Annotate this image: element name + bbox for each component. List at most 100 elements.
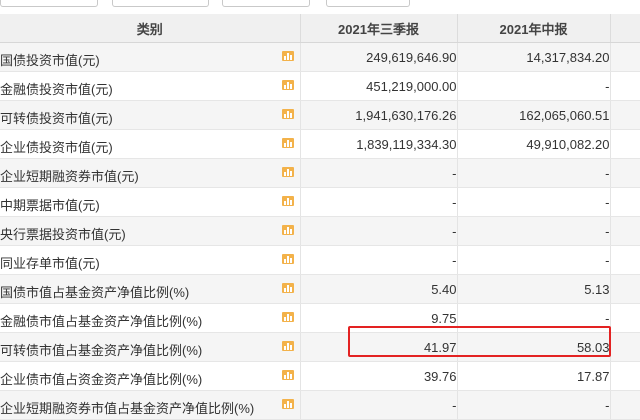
- table-row: 同业存单市值(元) - -: [0, 245, 640, 275]
- value-2021-h1: 14,317,834.20: [457, 42, 611, 72]
- value-2021-q3: -: [300, 158, 458, 188]
- table-row: 可转债投资市值(元) 1,941,630,176.26 162,065,060.51: [0, 100, 640, 130]
- value-2021-q3: 9.75: [300, 303, 458, 333]
- header-category: 类别: [0, 14, 301, 43]
- row-spacer: [610, 158, 640, 188]
- value-2021-q3: 1,839,119,334.30: [300, 129, 458, 159]
- row-spacer: [610, 361, 640, 391]
- value-2021-q3: -: [300, 390, 458, 420]
- row-label: 央行票据投资市值(元): [0, 227, 126, 242]
- table-row: 企业债投资市值(元) 1,839,119,334.30 49,910,082.20: [0, 129, 640, 159]
- bar-chart-icon[interactable]: [281, 370, 294, 380]
- category-cell: 可转债市值占基金资产净值比例(%): [0, 332, 301, 362]
- value-2021-q3: 249,619,646.90: [300, 42, 458, 72]
- table-row: 央行票据投资市值(元) - -: [0, 216, 640, 246]
- value-2021-h1: -: [457, 158, 611, 188]
- value-2021-q3: 41.97: [300, 332, 458, 362]
- row-label: 可转债市值占基金资产净值比例(%): [0, 343, 203, 358]
- category-cell: 企业短期融资券市值占基金资产净值比例(%): [0, 390, 301, 420]
- bar-chart-icon[interactable]: [281, 167, 294, 177]
- row-spacer: [610, 390, 640, 420]
- value-2021-h1: -: [457, 303, 611, 333]
- bar-chart-icon[interactable]: [281, 225, 294, 235]
- row-spacer: [610, 245, 640, 275]
- bar-chart-icon[interactable]: [281, 254, 294, 264]
- bar-chart-icon[interactable]: [281, 138, 294, 148]
- value-2021-h1: 58.03: [457, 332, 611, 362]
- table-row: 企业债市值占资金资产净值比例(%) 39.76 17.87: [0, 361, 640, 391]
- filter-select-2[interactable]: [112, 0, 209, 7]
- filter-select-4[interactable]: [326, 0, 410, 7]
- bar-chart-icon[interactable]: [281, 51, 294, 61]
- row-label: 企业短期融资券市值占基金资产净值比例(%): [0, 401, 255, 416]
- row-label: 企业短期融资券市值(元): [0, 169, 139, 184]
- value-2021-h1: 49,910,082.20: [457, 129, 611, 159]
- row-spacer: [610, 303, 640, 333]
- filter-select-3[interactable]: [222, 0, 310, 7]
- category-cell: 金融债市值占基金资产净值比例(%): [0, 303, 301, 333]
- row-spacer: [610, 332, 640, 362]
- row-spacer: [610, 100, 640, 130]
- bar-chart-icon[interactable]: [281, 283, 294, 293]
- row-label: 金融债投资市值(元): [0, 82, 113, 97]
- bar-chart-icon[interactable]: [281, 196, 294, 206]
- row-label: 企业债市值占资金资产净值比例(%): [0, 372, 203, 387]
- table-row: 金融债市值占基金资产净值比例(%) 9.75-: [0, 303, 640, 333]
- category-cell: 国债投资市值(元): [0, 42, 301, 72]
- row-spacer: [610, 216, 640, 246]
- row-label: 中期票据市值(元): [0, 198, 100, 213]
- category-cell: 可转债投资市值(元): [0, 100, 301, 130]
- category-cell: 同业存单市值(元): [0, 245, 301, 275]
- bar-chart-icon[interactable]: [281, 399, 294, 409]
- value-2021-h1: -: [457, 245, 611, 275]
- category-cell: 企业债投资市值(元): [0, 129, 301, 159]
- row-label: 企业债投资市值(元): [0, 140, 113, 155]
- value-2021-q3: 39.76: [300, 361, 458, 391]
- filter-select-1[interactable]: [0, 0, 98, 7]
- table-row: 国债市值占基金资产净值比例(%) 5.40 5.13: [0, 274, 640, 304]
- bar-chart-icon[interactable]: [281, 312, 294, 322]
- bond-holdings-table: 类别 2021年三季报 2021年中报 国债投资市值(元) 249,619,646…: [0, 14, 640, 420]
- value-2021-h1: 162,065,060.51: [457, 100, 611, 130]
- table-row: 中期票据市值(元) - -: [0, 187, 640, 217]
- value-2021-q3: -: [300, 216, 458, 246]
- table-row: 可转债市值占基金资产净值比例(%) 41.97 58.03: [0, 332, 640, 362]
- table-row: 企业短期融资券市值占基金资产净值比例(%) - -: [0, 390, 640, 420]
- value-2021-q3: 5.40: [300, 274, 458, 304]
- value-2021-q3: 1,941,630,176.26: [300, 100, 458, 130]
- header-2021-q3[interactable]: 2021年三季报: [300, 14, 458, 43]
- value-2021-q3: -: [300, 245, 458, 275]
- row-spacer: [610, 274, 640, 304]
- toolbar: [0, 0, 640, 10]
- row-label: 可转债投资市值(元): [0, 111, 113, 126]
- table-row: 金融债投资市值(元) 451,219,000.00-: [0, 71, 640, 101]
- table-header-row: 类别 2021年三季报 2021年中报: [0, 14, 640, 43]
- header-2021-h1[interactable]: 2021年中报: [457, 14, 611, 43]
- header-spacer: [610, 14, 640, 43]
- value-2021-h1: -: [457, 216, 611, 246]
- bar-chart-icon[interactable]: [281, 341, 294, 351]
- value-2021-q3: 451,219,000.00: [300, 71, 458, 101]
- row-label: 国债市值占基金资产净值比例(%): [0, 285, 190, 300]
- table-row: 国债投资市值(元) 249,619,646.90 14,317,834.20: [0, 42, 640, 72]
- category-cell: 金融债投资市值(元): [0, 71, 301, 101]
- category-cell: 中期票据市值(元): [0, 187, 301, 217]
- category-cell: 国债市值占基金资产净值比例(%): [0, 274, 301, 304]
- row-spacer: [610, 187, 640, 217]
- bar-chart-icon[interactable]: [281, 80, 294, 90]
- value-2021-h1: -: [457, 71, 611, 101]
- row-spacer: [610, 42, 640, 72]
- value-2021-h1: 5.13: [457, 274, 611, 304]
- row-spacer: [610, 71, 640, 101]
- row-label: 同业存单市值(元): [0, 256, 100, 271]
- row-spacer: [610, 129, 640, 159]
- value-2021-h1: 17.87: [457, 361, 611, 391]
- row-label: 国债投资市值(元): [0, 53, 100, 68]
- category-cell: 企业债市值占资金资产净值比例(%): [0, 361, 301, 391]
- category-cell: 央行票据投资市值(元): [0, 216, 301, 246]
- category-cell: 企业短期融资券市值(元): [0, 158, 301, 188]
- value-2021-q3: -: [300, 187, 458, 217]
- bar-chart-icon[interactable]: [281, 109, 294, 119]
- value-2021-h1: -: [457, 187, 611, 217]
- row-label: 金融债市值占基金资产净值比例(%): [0, 314, 203, 329]
